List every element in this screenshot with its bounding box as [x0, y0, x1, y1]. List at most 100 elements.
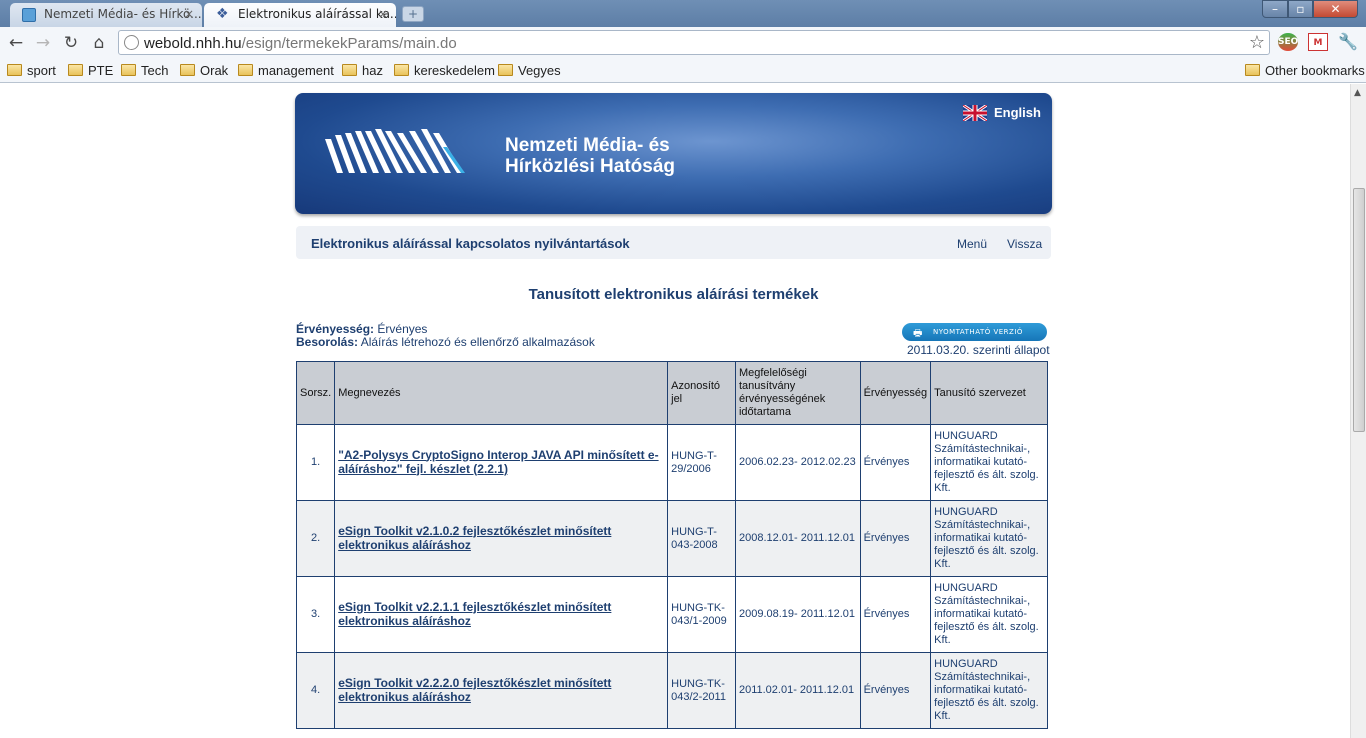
- product-name-cell: eSign Toolkit v2.2.1.1 fejlesztőkészlet …: [334, 576, 669, 653]
- certifying-org: HUNGUARD Számítástechnikai-, informatika…: [930, 576, 1048, 653]
- bookmark-label: PTE: [88, 63, 114, 78]
- reload-icon[interactable]: ↻: [60, 32, 82, 54]
- folder-icon: [180, 64, 195, 76]
- bookmark-folder-vegyes[interactable]: Vegyes: [498, 63, 561, 78]
- product-name-cell: eSign Toolkit v2.1.0.2 fejlesztőkészlet …: [334, 500, 669, 577]
- bookmark-folder-pte[interactable]: PTE: [68, 63, 113, 78]
- certifying-org: HUNGUARD Számítástechnikai-, informatika…: [930, 424, 1048, 501]
- product-link[interactable]: eSign Toolkit v2.2.1.1 fejlesztőkészlet …: [338, 600, 611, 628]
- validity-label: Érvényesség:: [296, 322, 375, 336]
- product-link[interactable]: eSign Toolkit v2.2.2.0 fejlesztőkészlet …: [338, 676, 611, 704]
- row-number: 1.: [295, 424, 336, 501]
- forward-arrow-icon[interactable]: →: [32, 32, 54, 54]
- page-title: Tanusított elektronikus aláírási terméke…: [528, 286, 819, 303]
- category-label: Besorolás:: [296, 335, 359, 349]
- tab-title: Elektronikus aláírással ka...: [238, 7, 396, 21]
- bookmark-folder-kereskedelem[interactable]: kereskedelem: [394, 63, 495, 78]
- browser-tab[interactable]: Nemzeti Média- és Hírkö... ×: [10, 3, 202, 27]
- english-language-link[interactable]: English: [994, 105, 1041, 120]
- url-domain: webold.nhh.hu: [144, 35, 242, 52]
- browser-tab-active[interactable]: ❖ Elektronikus aláírással ka... ×: [204, 3, 396, 27]
- section-title: Elektronikus aláírással kapcsolatos nyil…: [311, 236, 630, 251]
- folder-icon: [1245, 64, 1260, 76]
- table-row: 2. eSign Toolkit v2.1.0.2 fejlesztőkészl…: [295, 500, 1048, 577]
- table-row: 1. "A2-Polysys CryptoSigno Interop JAVA …: [295, 424, 1048, 501]
- window-minimize-button[interactable]: –: [1262, 0, 1288, 18]
- bookmark-label: Tech: [141, 63, 169, 78]
- seo-extension-icon[interactable]: SEO: [1278, 33, 1298, 51]
- product-id: HUNG-TK-043/2-2011: [667, 652, 736, 729]
- product-name-cell: eSign Toolkit v2.2.2.0 fejlesztőkészlet …: [334, 652, 669, 729]
- product-id: HUNG-T-043-2008: [667, 500, 736, 577]
- table-row: 4. eSign Toolkit v2.2.2.0 fejlesztőkészl…: [295, 652, 1048, 729]
- back-link[interactable]: Vissza: [1007, 237, 1042, 251]
- certifying-org: HUNGUARD Számítástechnikai-, informatika…: [930, 652, 1048, 729]
- folder-icon: [498, 64, 513, 76]
- org-name-line-1: Nemzeti Média- és: [505, 135, 670, 156]
- wrench-menu-icon[interactable]: 🔧: [1338, 33, 1358, 51]
- folder-icon: [342, 64, 357, 76]
- bookmarks-bar: sport PTE Tech Orak management haz keres…: [0, 58, 1366, 83]
- validity-value: Érvényes: [377, 322, 428, 336]
- org-name-line-2: Hírközlési Hatóság: [505, 156, 675, 177]
- certificate-period: 2011.02.01- 2011.12.01: [734, 652, 861, 729]
- gmail-extension-icon[interactable]: M: [1308, 33, 1328, 51]
- bookmark-folder-haz[interactable]: haz: [342, 63, 383, 78]
- bookmark-folder-management[interactable]: management: [238, 63, 334, 78]
- product-name-cell: "A2-Polysys CryptoSigno Interop JAVA API…: [334, 424, 669, 501]
- category-value: Aláírás létrehozó és ellenőrző alkalmazá…: [360, 335, 595, 349]
- certificate-period: 2009.08.19- 2011.12.01: [734, 576, 861, 653]
- folder-icon: [7, 64, 22, 76]
- bookmark-folder-tech[interactable]: Tech: [121, 63, 168, 78]
- window-close-button[interactable]: ✕: [1313, 0, 1358, 18]
- validity-status: Érvényes: [859, 424, 932, 501]
- scroll-up-arrow-icon[interactable]: ▲: [1354, 88, 1361, 98]
- page-info-icon[interactable]: [124, 35, 139, 50]
- bookmark-folder-orak[interactable]: Orak: [180, 63, 228, 78]
- product-link[interactable]: eSign Toolkit v2.1.0.2 fejlesztőkészlet …: [338, 524, 611, 552]
- row-number: 2.: [295, 500, 336, 577]
- page-viewport: Nemzeti Média- és Hírközlési Hatóság Eng…: [0, 84, 1350, 738]
- site-header-banner: Nemzeti Média- és Hírközlési Hatóság Eng…: [295, 93, 1052, 214]
- bookmark-label: management: [258, 63, 334, 78]
- validity-status: Érvényes: [859, 500, 932, 577]
- certificate-period: 2008.12.01- 2011.12.01: [734, 500, 861, 577]
- other-bookmarks-folder[interactable]: Other bookmarks: [1245, 63, 1365, 78]
- certificate-period: 2006.02.23- 2012.02.23: [734, 424, 861, 501]
- filter-summary: Érvényesség: Érvényes Besorolás: Aláírás…: [296, 323, 595, 349]
- bookmark-star-icon[interactable]: ☆: [1249, 32, 1265, 53]
- address-bar[interactable]: webold.nhh.hu/esign/termekekParams/main.…: [118, 30, 1270, 55]
- folder-icon: [68, 64, 83, 76]
- product-id: HUNG-TK-043/1-2009: [667, 576, 736, 653]
- printer-icon: 🖶: [913, 328, 923, 339]
- bookmark-label: Vegyes: [518, 63, 561, 78]
- new-tab-button[interactable]: +: [402, 6, 424, 22]
- product-id: HUNG-T-29/2006: [667, 424, 736, 501]
- url-text: webold.nhh.hu/esign/termekekParams/main.…: [144, 35, 457, 52]
- column-header-id: Azonosító jel: [667, 361, 736, 425]
- row-number: 3.: [295, 576, 336, 653]
- products-table: Sorsz. Megnevezés Azonosító jel Megfelel…: [295, 361, 1048, 729]
- column-header-name: Megnevezés: [334, 361, 669, 425]
- column-header-certificate-period: Megfelelőségi tanusítvány érvényességéne…: [734, 361, 861, 425]
- bookmark-label: Other bookmarks: [1265, 63, 1365, 78]
- folder-icon: [121, 64, 136, 76]
- back-arrow-icon[interactable]: ←: [5, 32, 27, 54]
- category-filter: Besorolás: Aláírás létrehozó és ellenőrz…: [296, 336, 595, 349]
- vertical-scrollbar[interactable]: ▲: [1350, 84, 1366, 738]
- validity-status: Érvényes: [859, 652, 932, 729]
- close-tab-icon[interactable]: ×: [378, 7, 388, 21]
- browser-toolbar: ← → ↻ ⌂ webold.nhh.hu/esign/termekekPara…: [0, 27, 1366, 58]
- printable-version-button[interactable]: 🖶 NYOMTATHATÓ VERZIÓ: [902, 323, 1047, 341]
- scrollbar-thumb[interactable]: [1353, 188, 1365, 432]
- close-tab-icon[interactable]: ×: [184, 7, 194, 21]
- bookmark-label: Orak: [200, 63, 229, 78]
- browser-tab-strip: Nemzeti Média- és Hírkö... × ❖ Elektroni…: [0, 0, 1366, 27]
- column-header-validity: Érvényesség: [859, 361, 932, 425]
- uk-flag-icon[interactable]: [963, 105, 987, 121]
- window-maximize-button[interactable]: ▫: [1288, 0, 1313, 18]
- menu-link[interactable]: Menü: [957, 237, 987, 251]
- home-icon[interactable]: ⌂: [88, 32, 110, 54]
- bookmark-folder-sport[interactable]: sport: [7, 63, 56, 78]
- product-link[interactable]: "A2-Polysys CryptoSigno Interop JAVA API…: [338, 448, 658, 476]
